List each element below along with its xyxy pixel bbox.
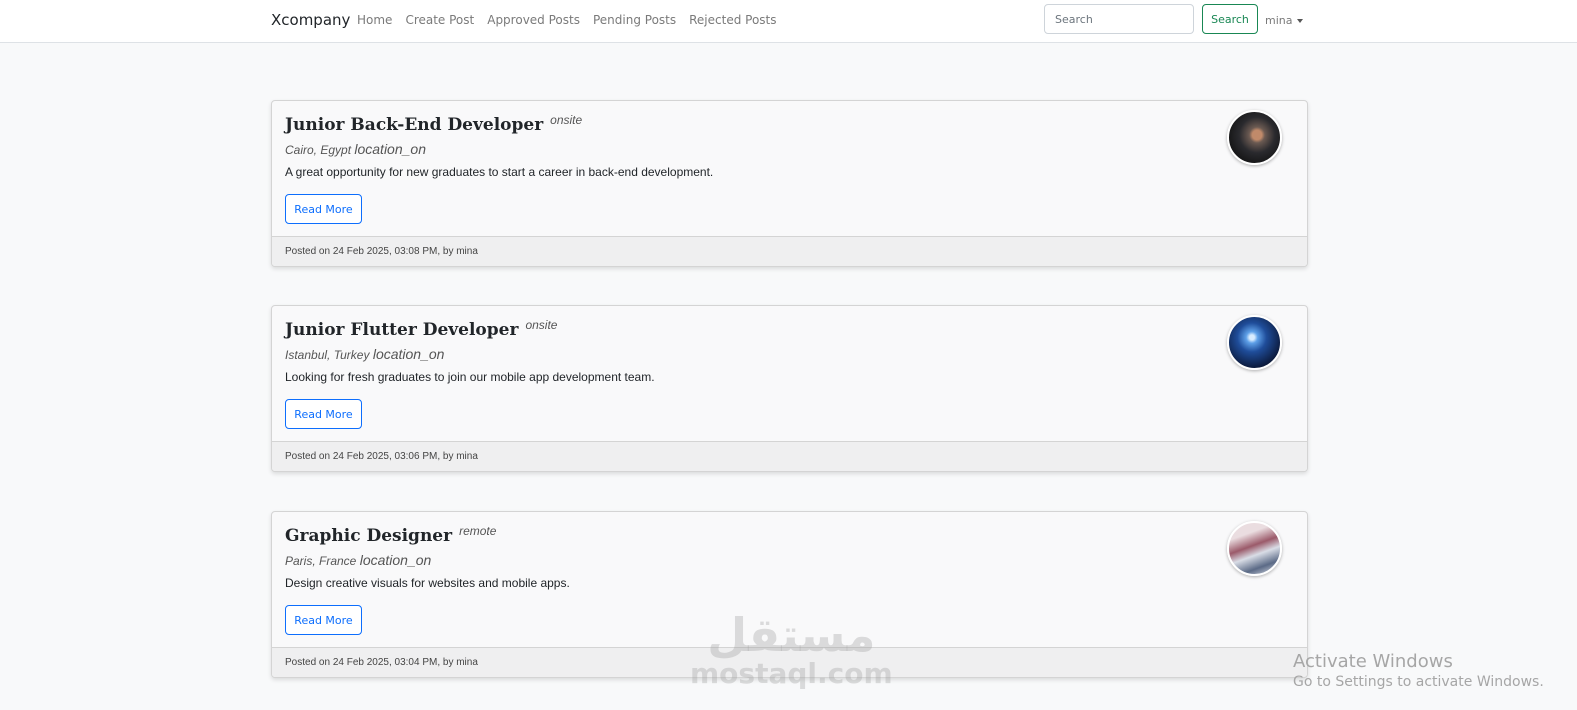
post-location-text: Cairo, Egypt [285,143,352,157]
post-image [1227,110,1282,165]
location-icon: location_on [354,141,426,157]
activation-subtitle: Go to Settings to activate Windows. [1293,674,1544,690]
watermark-arabic: مستقل [707,608,876,662]
post-location: Paris, France location_on [285,552,431,568]
nav-link-pending-posts[interactable]: Pending Posts [593,13,676,27]
nav-link-rejected-posts[interactable]: Rejected Posts [689,13,776,27]
read-more-button[interactable]: Read More [285,399,362,429]
post-title-row: Junior Back-End Developer onsite [285,113,583,135]
brand-logo[interactable]: Xcompany [271,11,350,29]
post-card: Junior Flutter Developer onsite Istanbul… [271,305,1308,472]
nav-links: Home Create Post Approved Posts Pending … [357,13,777,27]
navbar: Xcompany Home Create Post Approved Posts… [0,0,1577,43]
caret-down-icon [1297,18,1304,23]
post-description: A great opportunity for new graduates to… [285,165,714,179]
activation-title: Activate Windows [1293,651,1453,672]
post-title: Junior Back-End Developer [285,115,544,135]
read-more-button[interactable]: Read More [285,605,362,635]
nav-link-create-post[interactable]: Create Post [405,13,474,27]
post-location: Cairo, Egypt location_on [285,141,426,157]
post-work-type: onsite [525,318,558,332]
nav-link-home[interactable]: Home [357,13,392,27]
post-location: Istanbul, Turkey location_on [285,346,444,362]
post-title-row: Graphic Designer remote [285,524,497,546]
search-button[interactable]: Search [1202,4,1258,34]
user-dropdown[interactable]: mina [1265,14,1304,27]
nav-link-approved-posts[interactable]: Approved Posts [487,13,580,27]
post-title: Junior Flutter Developer [285,320,519,340]
post-image [1227,315,1282,370]
location-icon: location_on [372,346,445,362]
post-description: Looking for fresh graduates to join our … [285,370,655,384]
post-footer: Posted on 24 Feb 2025, 03:08 PM, by mina [272,236,1307,266]
post-location-text: Istanbul, Turkey [285,348,370,362]
search-input[interactable] [1044,4,1194,34]
location-icon: location_on [359,552,432,568]
post-image [1227,521,1282,576]
post-location-text: Paris, France [285,554,357,568]
read-more-button[interactable]: Read More [285,194,362,224]
post-work-type: onsite [550,113,583,127]
post-footer: Posted on 24 Feb 2025, 03:06 PM, by mina [272,441,1307,471]
windows-activation-notice: Activate Windows Go to Settings to activ… [1293,651,1544,690]
post-work-type: remote [459,524,497,538]
post-description: Design creative visuals for websites and… [285,576,570,590]
watermark-latin: mostaql.com [690,657,893,690]
post-card: Junior Back-End Developer onsite Cairo, … [271,100,1308,267]
post-title-row: Junior Flutter Developer onsite [285,318,558,340]
post-title: Graphic Designer [285,526,453,546]
watermark: مستقل mostaql.com [690,610,893,688]
user-name: mina [1265,14,1293,27]
